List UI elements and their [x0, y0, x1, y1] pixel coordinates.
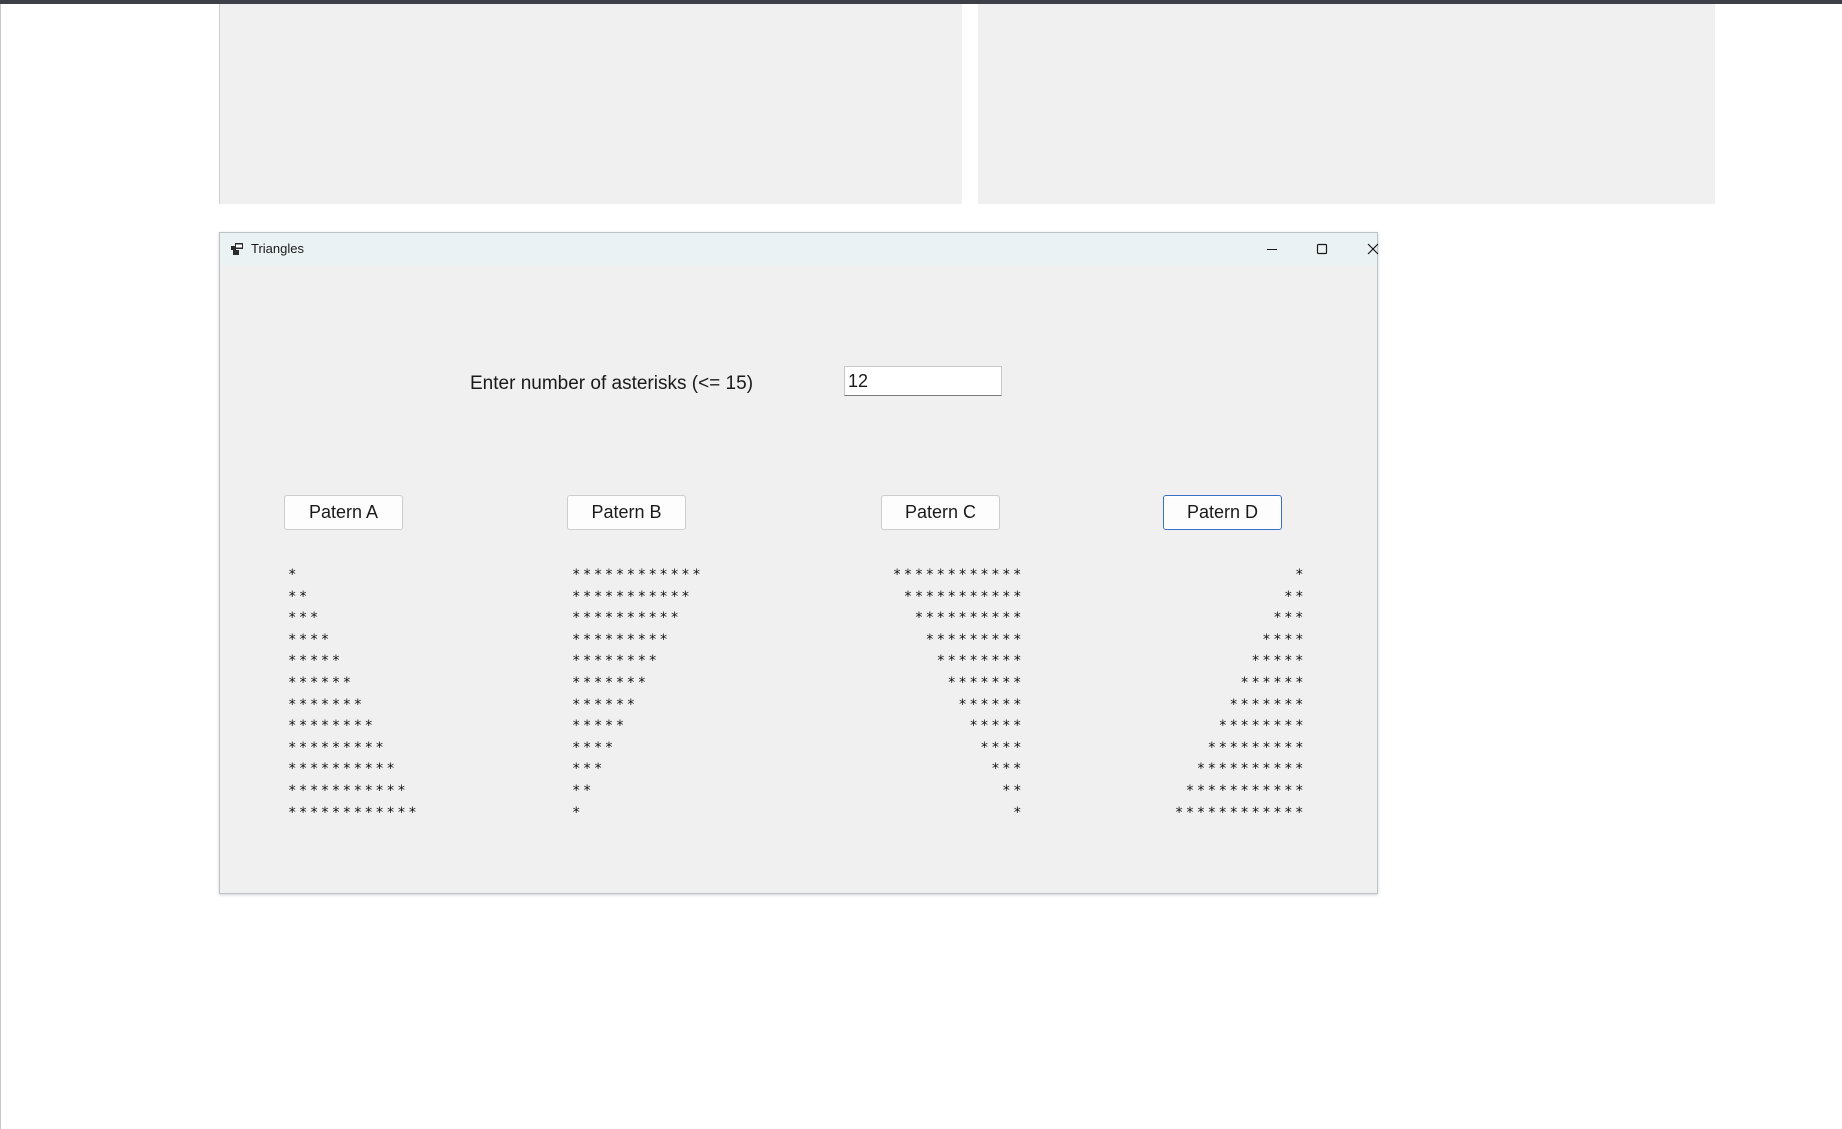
pattern-d-output: * ** *** **** ***** ****** ******* *****… [1174, 567, 1306, 821]
title-bar[interactable]: Triangles [220, 233, 1379, 265]
asterisk-count-label: Enter number of asterisks (<= 15) [470, 373, 754, 394]
page-left-edge [0, 4, 1, 1129]
triangles-window: Triangles Enter number of asterisks (<= … [219, 232, 1379, 894]
pattern-b-button[interactable]: Patern B [567, 495, 686, 530]
pattern-c-output: ************ *********** ********** ****… [892, 567, 1024, 821]
close-icon [1367, 243, 1379, 255]
pattern-a-button[interactable]: Patern A [284, 495, 403, 530]
minimize-button[interactable] [1249, 233, 1295, 265]
maximize-icon [1316, 243, 1328, 255]
close-button[interactable] [1350, 233, 1396, 265]
background-panel-left [219, 4, 962, 204]
pattern-d-button[interactable]: Patern D [1163, 495, 1282, 530]
window-title: Triangles [251, 241, 304, 256]
app-icon [231, 243, 243, 255]
pattern-b-output: ************ *********** ********** ****… [572, 567, 704, 821]
maximize-button[interactable] [1299, 233, 1345, 265]
pattern-a-output: * ** *** **** ***** ****** ******* *****… [288, 567, 420, 821]
pattern-c-button[interactable]: Patern C [881, 495, 1000, 530]
asterisk-count-input[interactable] [844, 366, 1002, 396]
minimize-icon [1267, 249, 1277, 250]
background-panel-right [978, 4, 1715, 204]
